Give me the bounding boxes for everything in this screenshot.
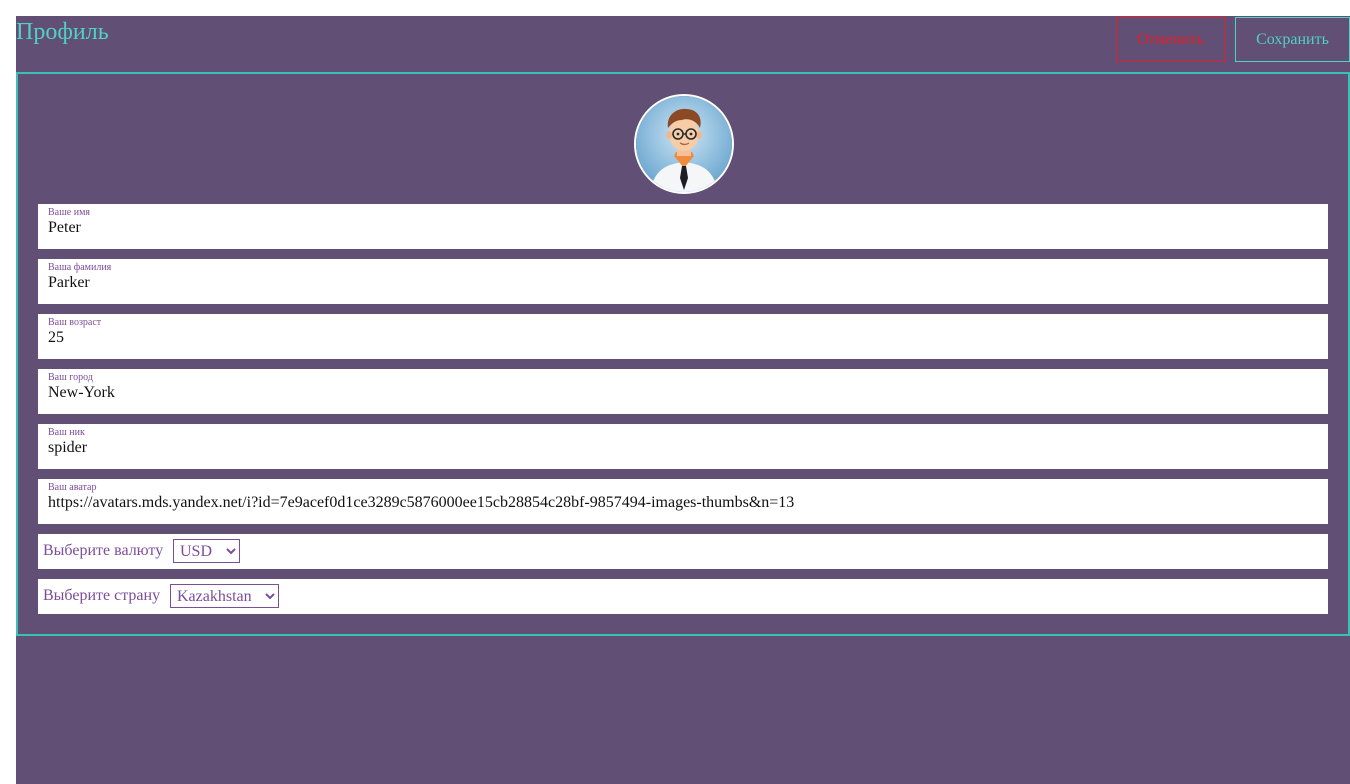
- currency-label: Выберите валюту: [43, 542, 164, 559]
- cancel-button[interactable]: Отменить: [1116, 17, 1225, 62]
- field-first-name: Ваше имя: [38, 204, 1328, 249]
- field-last-name: Ваша фамилия: [38, 259, 1328, 304]
- field-nickname: Ваш ник: [38, 424, 1328, 469]
- profile-form: Ваше имя Ваша фамилия Ваш возраст Ваш го…: [16, 72, 1350, 636]
- page-title: Профиль: [16, 19, 109, 45]
- country-select[interactable]: Kazakhstan: [170, 584, 279, 608]
- country-label: Выберите страну: [43, 587, 161, 604]
- user-avatar-icon: [636, 96, 732, 192]
- field-age: Ваш возраст: [38, 314, 1328, 359]
- save-button[interactable]: Сохранить: [1235, 17, 1350, 62]
- first-name-input[interactable]: [48, 218, 1318, 238]
- field-city: Ваш город: [38, 369, 1328, 414]
- avatar-url-input[interactable]: [48, 493, 1318, 513]
- country-row: Выберите страну Kazakhstan: [38, 579, 1328, 614]
- currency-select[interactable]: USD: [173, 539, 240, 563]
- currency-row: Выберите валюту USD: [38, 534, 1328, 569]
- field-avatar-url: Ваш аватар: [38, 479, 1328, 524]
- last-name-input[interactable]: [48, 273, 1318, 293]
- profile-page: Профиль Отменить Сохранить Ваше имя Pete…: [16, 16, 1350, 784]
- nickname-input[interactable]: [48, 438, 1318, 458]
- avatar[interactable]: [634, 94, 734, 194]
- age-input[interactable]: [48, 328, 1318, 348]
- city-input[interactable]: [48, 383, 1318, 403]
